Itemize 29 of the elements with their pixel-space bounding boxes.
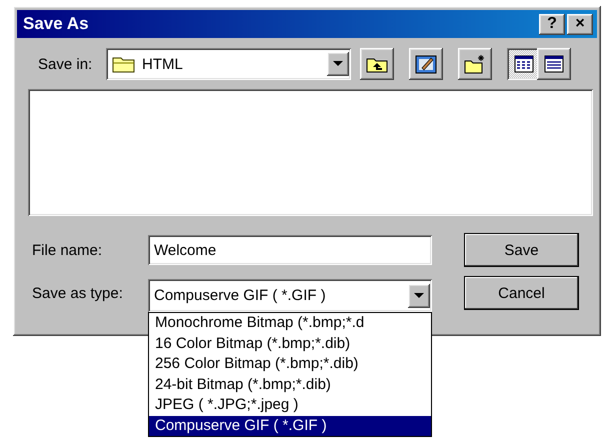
details-view-icon [544,55,564,73]
help-button[interactable]: ? [539,14,565,34]
dropdown-option[interactable]: Monochrome Bitmap (*.bmp;*.d [149,313,431,334]
dropdown-arrow-button[interactable] [408,284,430,308]
save-as-type-label: Save as type: [32,285,124,302]
dropdown-arrow-button[interactable] [327,52,349,76]
up-folder-button[interactable] [360,48,394,80]
dropdown-option[interactable]: 16 Color Bitmap (*.bmp;*.dib) [149,334,431,354]
cancel-button[interactable]: Cancel [464,276,579,310]
dropdown-option[interactable]: Compuserve GIF ( *.GIF ) [149,416,431,436]
dropdown-option[interactable]: JPEG ( *.JPG;*.jpeg ) [149,395,431,416]
file-name-field[interactable]: Welcome [148,235,432,265]
caret-icon [414,292,424,298]
save-button[interactable]: Save [464,233,579,267]
save-in-dropdown[interactable]: HTML [106,48,351,80]
save-in-label: Save in: [38,56,94,72]
new-folder-icon [464,54,486,74]
dropdown-option[interactable]: 24-bit Bitmap (*.bmp;*.dib) [149,374,431,395]
file-name-label: File name: [32,242,104,258]
window-title: Save As [23,14,90,34]
desktop-button[interactable] [409,48,443,80]
details-view-button[interactable] [537,48,571,80]
list-view-icon [514,55,534,73]
desktop-icon [415,54,437,74]
caret-icon [333,61,343,67]
new-folder-button[interactable] [458,48,492,80]
folder-icon [112,55,136,73]
close-button[interactable]: × [567,14,593,34]
dropdown-option[interactable]: 256 Color Bitmap (*.bmp;*.dib) [149,354,431,374]
